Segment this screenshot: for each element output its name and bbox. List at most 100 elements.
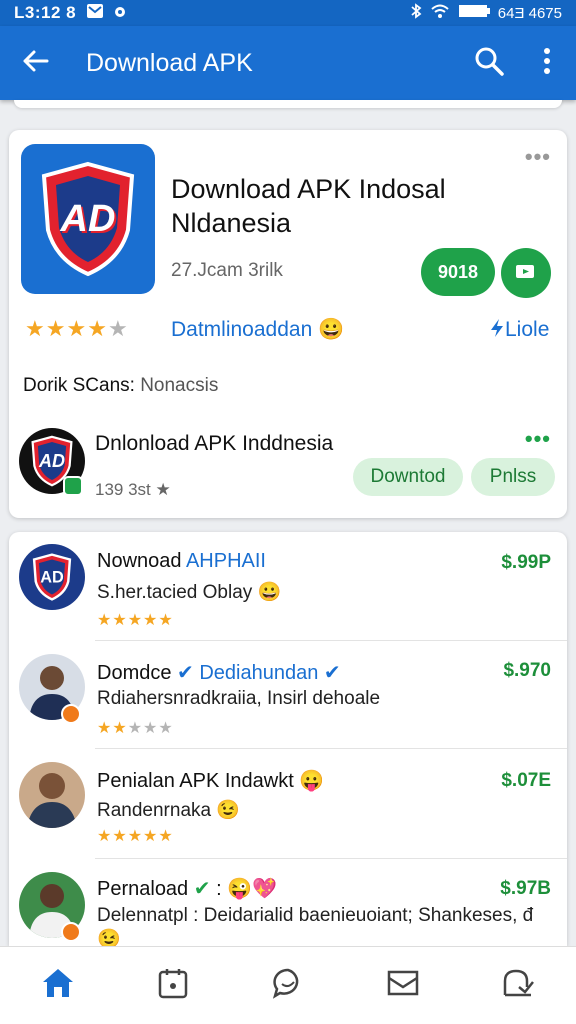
- star-icon: ★: [97, 828, 113, 845]
- list-item-subtitle: Rdiahersnradkraiia, Insirl dehoale: [97, 688, 381, 709]
- sub-app-title: Dnlonload APK Inddnesia: [95, 432, 334, 455]
- check-circle-icon: ✔: [193, 878, 211, 900]
- star-icon: ★: [107, 316, 129, 341]
- download-link[interactable]: Datmlinoaddan 😀: [171, 318, 344, 342]
- calendar-icon: [158, 967, 188, 1004]
- list-item-rating: ★★★★★: [97, 610, 174, 630]
- mail-notification-icon: [86, 3, 104, 24]
- like-label: Liole: [505, 318, 550, 341]
- list-item-rating: ★★★★★: [97, 826, 174, 846]
- divider: [95, 748, 567, 749]
- list-item-title: Domdce ✔ Dediahundan ✔: [97, 662, 341, 684]
- list-item-title: Nownoad AHPHAII: [97, 550, 266, 572]
- list-item-price[interactable]: $.970: [503, 660, 551, 682]
- app-bar: Download APK: [0, 26, 576, 100]
- app-list: AD Nownoad AHPHAII S.her.tacied Oblay 😀 …: [9, 532, 567, 950]
- nav-profile[interactable]: [483, 956, 553, 1016]
- like-button[interactable]: Liole: [489, 318, 549, 344]
- status-bar: L3:12 8 64Ǝ 4675: [0, 0, 576, 26]
- star-icon: ★: [66, 316, 88, 341]
- info-value: Nonacsis: [140, 375, 219, 396]
- star-icon: ★: [112, 828, 128, 845]
- back-button[interactable]: [0, 26, 70, 100]
- app-title: Download APK Indosal Nldanesia: [171, 174, 446, 238]
- status-time: L3:12 8: [14, 3, 77, 22]
- star-icon: ★: [97, 612, 113, 629]
- star-icon: ★: [158, 828, 174, 845]
- rating-stars: ★★★★★: [25, 316, 129, 342]
- status-badge-icon: [61, 704, 81, 724]
- list-item-title: Penialan APK Indawkt 😛: [97, 770, 325, 792]
- nav-inbox[interactable]: [368, 956, 438, 1016]
- bottom-navigation: [0, 946, 576, 1024]
- home-icon: [41, 967, 75, 1004]
- divider: [95, 858, 567, 859]
- sub-app-icon-text: AD: [39, 450, 65, 471]
- list-item-subtitle: Delennatpl : Deidarialid baenieuoiant; S…: [97, 905, 534, 950]
- star-icon: ★: [25, 316, 46, 341]
- verified-badge-icon: [63, 476, 83, 496]
- list-item-price[interactable]: $.99P: [501, 552, 551, 574]
- avatar: [19, 762, 85, 828]
- more-vertical-icon: [543, 47, 551, 80]
- svg-text:AD: AD: [40, 568, 64, 586]
- status-badge-icon: [61, 922, 81, 942]
- list-item-title: Pernaload ✔ : 😜💖: [97, 878, 277, 900]
- star-icon: ★: [143, 828, 159, 845]
- star-icon: ★: [158, 720, 174, 737]
- star-icon: ★: [127, 612, 144, 629]
- star-icon: ★: [158, 612, 174, 629]
- list-item-subtitle: Randenrnaka 😉: [97, 800, 241, 821]
- search-button[interactable]: [460, 26, 518, 100]
- notification-dot-icon: [114, 3, 126, 23]
- page-title: Download APK: [86, 48, 253, 77]
- install-button[interactable]: 9018: [421, 248, 495, 296]
- app-meta: 27.Jcam 3rilk: [171, 260, 283, 281]
- search-icon: [474, 46, 504, 81]
- star-icon: ★: [127, 720, 144, 737]
- profile-icon: [501, 967, 535, 1004]
- bluetooth-icon: [410, 3, 422, 23]
- star-icon: ★: [127, 828, 144, 845]
- star-icon: ★: [143, 720, 159, 737]
- wifi-icon: [430, 3, 450, 23]
- sub-app-meta: 139 3st ★: [95, 480, 171, 499]
- overflow-menu-button[interactable]: [518, 26, 576, 100]
- verified-icon: ✔: [318, 662, 341, 684]
- card-more-icon[interactable]: •••: [525, 144, 551, 170]
- sub-download-button[interactable]: Downtod: [353, 458, 463, 496]
- arrow-left-icon: [21, 49, 49, 78]
- share-button[interactable]: [501, 248, 551, 298]
- app-icon[interactable]: AD: [21, 144, 155, 294]
- share-icon: [515, 262, 537, 285]
- chat-icon: [272, 967, 304, 1004]
- nav-chat[interactable]: [253, 956, 323, 1016]
- list-item-price[interactable]: $.07E: [501, 770, 551, 792]
- star-icon: ★: [143, 612, 159, 629]
- star-icon: ★: [45, 316, 67, 341]
- featured-app-card[interactable]: AD ••• Download APK Indosal Nldanesia 27…: [9, 130, 567, 518]
- info-row: Dorik SCans: Nonacsis: [23, 375, 218, 397]
- info-label: Dorik SCans:: [23, 375, 135, 396]
- emoji-icon: : 😜💖: [210, 878, 277, 900]
- status-right-text: 64Ǝ 4675: [497, 4, 562, 22]
- lightning-icon: [489, 318, 505, 344]
- list-item-icon: AD: [19, 544, 85, 610]
- battery-icon: [458, 4, 490, 22]
- divider: [95, 640, 567, 641]
- star-icon: ★: [112, 612, 128, 629]
- sub-secondary-button[interactable]: Pnlss: [471, 458, 555, 496]
- previous-sheet-edge: [14, 100, 562, 108]
- app-icon-logo-text: AD: [60, 197, 116, 240]
- list-item-subtitle: S.her.tacied Oblay 😀: [97, 582, 282, 603]
- sub-more-icon[interactable]: •••: [525, 426, 551, 452]
- star-icon: ★: [112, 720, 128, 737]
- list-item-rating: ★★★★★: [97, 718, 174, 738]
- verified-icon: ✔: [177, 662, 200, 684]
- star-icon: ★: [87, 316, 108, 341]
- nav-home[interactable]: [23, 956, 93, 1016]
- list-item-price[interactable]: $.97B: [500, 878, 551, 900]
- inbox-icon: [387, 968, 419, 1003]
- nav-calendar[interactable]: [138, 956, 208, 1016]
- star-icon: ★: [97, 720, 113, 737]
